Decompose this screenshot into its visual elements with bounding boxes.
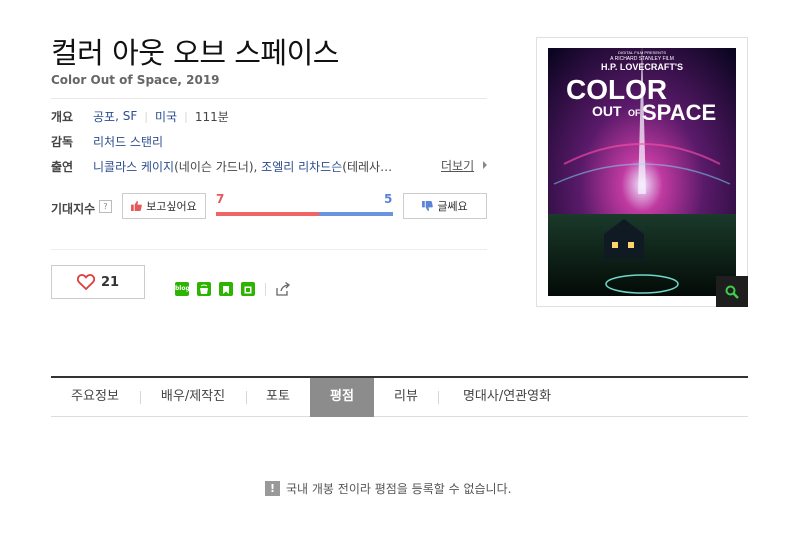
want-to-see-button[interactable]: 보고싶어요 bbox=[122, 193, 206, 219]
keep-share-icon[interactable] bbox=[219, 282, 233, 296]
cast-link-2[interactable]: 조엘리 리차드슨 bbox=[261, 158, 342, 175]
thumbs-up-icon bbox=[131, 201, 142, 211]
rating-notice: ! 국내 개봉 전이라 평점을 등록할 수 없습니다. bbox=[265, 480, 511, 497]
poster-line-3: OUT bbox=[592, 103, 622, 119]
director-row: 감독 리처드 스탠리 bbox=[51, 132, 163, 150]
bookmark-icon bbox=[223, 286, 229, 294]
cafe-share-icon[interactable] bbox=[197, 282, 211, 296]
not-sure-button[interactable]: 글쎄요 bbox=[403, 193, 487, 219]
separator: | bbox=[144, 109, 148, 123]
poster-top-credit: DIGITAL FILM PRESENTS bbox=[618, 50, 666, 55]
poster-frame[interactable]: DIGITAL FILM PRESENTS A RICHARD STANLEY … bbox=[536, 37, 748, 307]
tab-quotes-related[interactable]: 명대사/연관영화 bbox=[439, 378, 575, 417]
director-link[interactable]: 리처드 스탠리 bbox=[93, 133, 163, 150]
gauge-want-fill bbox=[216, 212, 320, 216]
like-count: 21 bbox=[100, 274, 120, 290]
want-count: 7 bbox=[216, 192, 225, 206]
like-button[interactable]: 21 bbox=[51, 265, 145, 299]
exclamation-icon: ! bbox=[265, 481, 280, 496]
tab-review[interactable]: 리뷰 bbox=[375, 378, 437, 417]
no-count: 5 bbox=[384, 192, 393, 206]
search-icon bbox=[725, 285, 739, 299]
divider bbox=[51, 98, 487, 99]
tab-cast-crew[interactable]: 배우/제작진 bbox=[141, 378, 245, 417]
movie-subtitle: Color Out of Space, 2019 bbox=[51, 73, 220, 87]
cast-row: 출연 니콜라스 케이지 (네이슨 가드너), 조엘리 리차드슨 (테레사… bbox=[51, 157, 392, 175]
cast-label: 출연 bbox=[51, 159, 74, 174]
chevron-right-icon bbox=[483, 161, 487, 169]
poster-artwork: DIGITAL FILM PRESENTS A RICHARD STANLEY … bbox=[544, 44, 740, 300]
memo-share-icon[interactable] bbox=[241, 282, 255, 296]
not-sure-label: 글쎄요 bbox=[437, 200, 468, 213]
genre-link-sf[interactable]: SF bbox=[123, 109, 138, 123]
more-cast-link[interactable]: 더보기 bbox=[441, 157, 474, 174]
movie-poster[interactable]: DIGITAL FILM PRESENTS A RICHARD STANLEY … bbox=[544, 44, 740, 300]
tab-bar: 주요정보 배우/제작진 포토 평점 리뷰 명대사/연관영화 bbox=[51, 376, 748, 417]
overview-row: 개요 공포, SF | 미국 | 111분 bbox=[51, 107, 229, 125]
movie-title: 컬러 아웃 오브 스페이스 bbox=[51, 36, 339, 70]
gauge-no-fill bbox=[319, 212, 393, 216]
blog-share-icon[interactable]: blog bbox=[175, 282, 190, 296]
divider bbox=[51, 249, 487, 250]
country-link[interactable]: 미국 bbox=[155, 108, 177, 125]
poster-line-4: OF bbox=[628, 108, 641, 118]
director-label: 감독 bbox=[51, 134, 74, 149]
separator bbox=[265, 283, 266, 296]
tab-rating[interactable]: 평점 bbox=[310, 378, 374, 417]
runtime: 111분 bbox=[194, 109, 229, 124]
zoom-button[interactable] bbox=[716, 276, 748, 307]
heart-icon bbox=[76, 274, 95, 290]
notice-text: 국내 개봉 전이라 평점을 등록할 수 없습니다. bbox=[286, 482, 512, 496]
want-to-see-label: 보고싶어요 bbox=[146, 200, 197, 213]
tab-main-info[interactable]: 주요정보 bbox=[51, 378, 139, 417]
share-icon[interactable] bbox=[275, 281, 291, 297]
cast-role-1: (네이슨 가드너), bbox=[174, 159, 258, 174]
cast-role-2: (테레사… bbox=[342, 159, 393, 174]
poster-line-1: H.P. LOVECRAFT'S bbox=[601, 62, 683, 72]
tab-photo[interactable]: 포토 bbox=[247, 378, 309, 417]
genre-separator: , bbox=[115, 109, 119, 123]
cup-icon bbox=[200, 284, 208, 294]
genre-link-horror[interactable]: 공포 bbox=[93, 108, 115, 125]
memo-icon bbox=[244, 286, 252, 294]
separator: | bbox=[184, 109, 188, 123]
thumbs-down-icon bbox=[422, 201, 434, 211]
expectation-label: 기대지수 bbox=[51, 202, 96, 216]
help-icon[interactable]: ? bbox=[99, 200, 112, 213]
cast-link-1[interactable]: 니콜라스 케이지 bbox=[93, 158, 174, 175]
expectation-gauge bbox=[216, 212, 393, 216]
poster-line-5: SPACE bbox=[642, 100, 716, 125]
overview-label: 개요 bbox=[51, 109, 74, 124]
